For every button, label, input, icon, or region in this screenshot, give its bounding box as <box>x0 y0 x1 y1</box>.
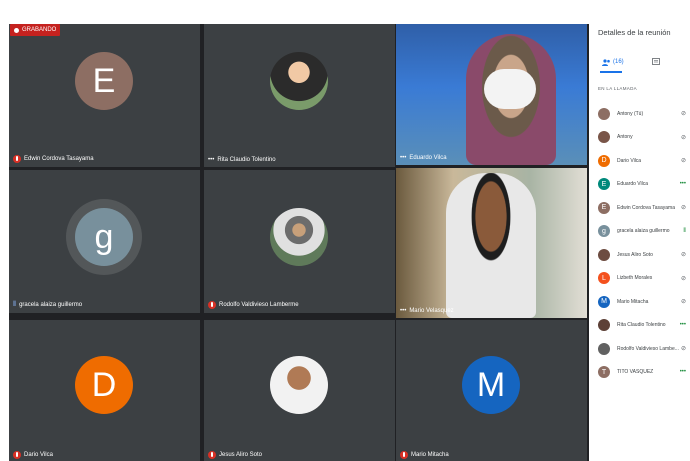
panel-title: Detalles de la reunión <box>598 28 671 37</box>
participant-name: Lizbeth Morales <box>617 275 653 282</box>
face-mask <box>484 69 536 109</box>
mic-off-icon: ⊘ <box>680 111 686 118</box>
avatar <box>598 248 610 261</box>
avatar <box>598 342 610 355</box>
list-item[interactable]: Antony (Tú) ⊘ <box>590 102 690 126</box>
avatar: L <box>598 272 610 285</box>
mic-off-icon: ⊘ <box>680 158 686 165</box>
avatar: E <box>598 178 610 191</box>
mic-off-icon: ⊘ <box>680 346 686 353</box>
participant-name: Edwin Cordova Tasayama <box>24 156 94 162</box>
list-item[interactable]: L Lizbeth Morales ⊘ <box>590 267 690 291</box>
avatar: D <box>598 154 610 167</box>
participant-tile[interactable]: g ⦀ gracela alaiza guillermo <box>9 170 200 313</box>
mic-off-icon <box>400 451 408 459</box>
participant-name: gracela alaiza guillermo <box>19 302 83 308</box>
avatar: g <box>75 208 133 266</box>
participant-name: Antony <box>617 134 633 141</box>
participant-name: Rita Claudio Tolentino <box>617 322 666 329</box>
recording-badge: GRABANDO <box>10 24 61 36</box>
avatar: E <box>75 52 133 110</box>
participant-name: Antony (Tú) <box>617 110 644 117</box>
more-icon: ••• <box>208 157 215 163</box>
participant-tile[interactable]: M Mario Mitacha <box>396 320 587 461</box>
participant-name: Mario Mitacha <box>411 452 449 458</box>
participant-name: Eduardo Vilca <box>617 181 649 188</box>
participant-name: gracela alaiza guillermo <box>617 228 670 235</box>
mic-off-icon: ⊘ <box>680 252 686 259</box>
participant-name: TITO VASQUEZ <box>617 369 654 376</box>
mic-off-icon: ⊘ <box>680 299 686 306</box>
chat-icon <box>652 58 660 65</box>
participant-name: Eduardo Vilca <box>409 155 447 161</box>
audio-active-icon: ⦀ <box>683 227 686 234</box>
participant-name: Edwin Cordova Tasayama <box>617 204 675 211</box>
audio-active-icon: ⦀ <box>13 301 17 308</box>
participant-tile[interactable]: ••• Rita Claudio Tolentino <box>204 24 395 167</box>
participant-video-tile[interactable]: ••• Mario Velasquez <box>396 168 587 318</box>
participant-name: Rodolfo Valdivieso Lambe... <box>617 345 679 352</box>
participant-name: Dario Vilca <box>24 452 53 458</box>
more-icon: ••• <box>679 181 686 188</box>
participant-video-tile[interactable]: ••• Eduardo Vilca <box>396 24 587 165</box>
more-icon: ••• <box>679 369 686 376</box>
avatar <box>598 131 610 144</box>
mic-off-icon <box>208 451 216 459</box>
more-icon: ••• <box>400 308 407 314</box>
avatar: E <box>598 201 610 214</box>
more-icon: ••• <box>679 322 686 329</box>
list-item[interactable]: E Edwin Cordova Tasayama ⊘ <box>590 196 690 220</box>
participant-name: Mario Mitacha <box>617 298 649 305</box>
avatar: T <box>598 366 610 379</box>
avatar <box>270 208 328 266</box>
section-label: EN LA LLAMADA <box>598 86 637 91</box>
meeting-details-panel: Detalles de la reunión (16) EN LA LLAMAD… <box>590 24 690 461</box>
mic-off-icon: ⊘ <box>680 275 686 282</box>
list-item[interactable]: Jesus Aliro Soto ⊘ <box>590 243 690 267</box>
video-feed <box>446 173 536 318</box>
tab-people[interactable]: (16) <box>602 52 624 72</box>
people-count: (16) <box>613 59 624 65</box>
mic-off-icon <box>13 451 21 459</box>
more-icon: ••• <box>400 155 407 161</box>
participant-name: Jesus Aliro Soto <box>617 251 653 258</box>
list-item[interactable]: Rita Claudio Tolentino ••• <box>590 314 690 338</box>
participant-tile[interactable]: Jesus Aliro Soto <box>204 320 395 461</box>
avatar: M <box>462 356 520 414</box>
list-item[interactable]: T TITO VASQUEZ ••• <box>590 361 690 385</box>
participant-name: Mario Velasquez <box>409 308 454 314</box>
participant-name: Rodolfo Valdivieso Lamberme <box>219 302 299 308</box>
list-item[interactable]: M Mario Mitacha ⊘ <box>590 290 690 314</box>
mic-off-icon: ⊘ <box>680 134 686 141</box>
avatar: g <box>598 225 610 238</box>
people-icon <box>602 58 610 66</box>
video-grid: E Edwin Cordova Tasayama ••• Rita Claudio… <box>9 24 589 461</box>
participant-tile[interactable]: Rodolfo Valdivieso Lamberme <box>204 170 395 313</box>
list-item[interactable]: Rodolfo Valdivieso Lambe... ⊘ <box>590 337 690 361</box>
avatar <box>598 319 610 332</box>
record-dot-icon <box>14 27 19 33</box>
tab-chat[interactable] <box>652 52 660 72</box>
recording-label: GRABANDO <box>22 27 57 33</box>
participant-tile[interactable]: D Dario Vilca <box>9 320 200 461</box>
mic-off-icon <box>208 301 216 309</box>
avatar <box>598 107 610 120</box>
active-tab-indicator <box>600 71 622 73</box>
participant-name: Dario Vilca <box>617 157 642 164</box>
mic-off-icon <box>13 155 21 163</box>
list-item[interactable]: Antony ⊘ <box>590 126 690 150</box>
participant-name: Jesus Aliro Soto <box>219 452 263 458</box>
participant-name: Rita Claudio Tolentino <box>217 157 276 163</box>
avatar: M <box>598 295 610 308</box>
list-item[interactable]: E Eduardo Vilca ••• <box>590 173 690 197</box>
mic-off-icon: ⊘ <box>680 205 686 212</box>
participant-tile[interactable]: E Edwin Cordova Tasayama <box>9 24 200 167</box>
avatar: D <box>75 356 133 414</box>
panel-tabs: (16) <box>590 52 690 73</box>
participant-list: Antony (Tú) ⊘ Antony ⊘ D Dario Vilca ⊘ E Edua… <box>590 102 690 384</box>
list-item[interactable]: g gracela alaiza guillermo ⦀ <box>590 220 690 244</box>
avatar <box>270 356 328 414</box>
avatar <box>270 52 328 110</box>
list-item[interactable]: D Dario Vilca ⊘ <box>590 149 690 173</box>
